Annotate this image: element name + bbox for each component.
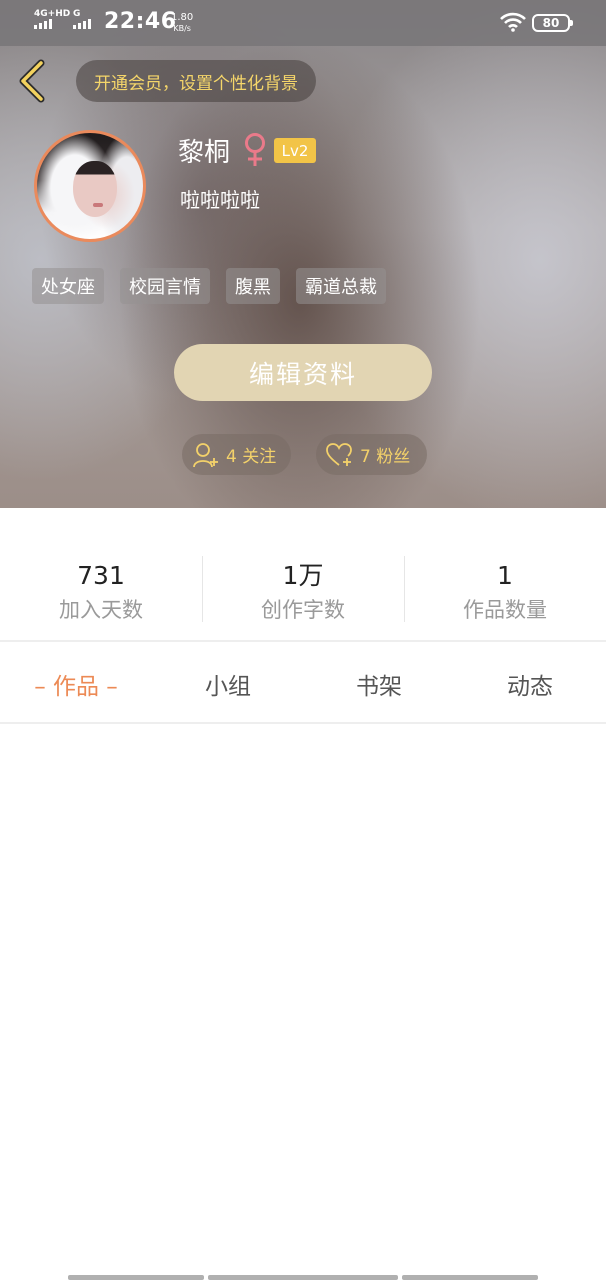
tab-groups[interactable]: 小组 (152, 644, 304, 724)
battery-icon: 80 (532, 14, 573, 32)
tab-activity[interactable]: 动态 (454, 644, 606, 724)
tag[interactable]: 腹黑 (226, 268, 280, 304)
fans-button[interactable]: 7 粉丝 (316, 434, 427, 475)
tab-content-area (0, 724, 606, 1274)
stat-label: 创作字数 (261, 598, 345, 622)
tag[interactable]: 校园言情 (120, 268, 210, 304)
tag[interactable]: 霸道总裁 (296, 268, 386, 304)
bottom-indicator (208, 1275, 398, 1280)
following-button[interactable]: 4 关注 (182, 434, 291, 475)
back-button[interactable] (14, 58, 50, 104)
network-type: 4G+HD (34, 9, 71, 19)
vip-background-banner[interactable]: 开通会员，设置个性化背景 (76, 60, 316, 102)
follow-person-icon (193, 442, 218, 467)
clock: 22:46 (104, 9, 177, 34)
stat-label: 作品数量 (463, 598, 547, 622)
speed-value: 1.80 (171, 12, 194, 23)
following-count: 4 关注 (226, 447, 277, 467)
network-type-2: G (73, 9, 81, 19)
bottom-indicator (402, 1275, 538, 1280)
stat-word-count[interactable]: 1万 创作字数 (202, 548, 404, 640)
signal-icon-2 (73, 19, 91, 29)
stat-works-count[interactable]: 1 作品数量 (404, 548, 606, 640)
stat-join-days[interactable]: 731 加入天数 (0, 548, 202, 640)
fans-count: 7 粉丝 (360, 447, 411, 467)
edit-profile-button[interactable]: 编辑资料 (174, 344, 432, 401)
back-arrow-icon (19, 59, 45, 103)
wifi-icon (500, 12, 526, 32)
signal-icon (34, 19, 52, 29)
network-speed: 1.80 KB/s (171, 12, 193, 34)
avatar[interactable] (34, 130, 146, 242)
speed-unit: KB/s (173, 24, 191, 33)
tag[interactable]: 处女座 (32, 268, 104, 304)
tab-bookshelf[interactable]: 书架 (304, 644, 454, 724)
stats-bar: 731 加入天数 1万 创作字数 1 作品数量 (0, 548, 606, 640)
fans-heart-icon (326, 442, 352, 466)
profile-tabs: – 作品 – 小组 书架 动态 (0, 644, 606, 724)
divider (0, 640, 606, 642)
status-bar: 4G+HD G 22:46 1.80 KB/s 80 (0, 0, 606, 46)
female-icon (245, 133, 265, 166)
stat-value: 731 (77, 561, 125, 590)
tag-list: 处女座 校园言情 腹黑 霸道总裁 (32, 268, 386, 304)
tab-works[interactable]: – 作品 – (0, 644, 152, 724)
username: 黎桐 (178, 138, 231, 168)
stat-value: 1万 (282, 561, 324, 590)
bio: 啦啦啦啦 (180, 188, 260, 212)
bottom-indicator (68, 1275, 204, 1280)
stat-label: 加入天数 (59, 598, 143, 622)
level-badge: Lv2 (274, 138, 316, 163)
stat-value: 1 (497, 561, 513, 590)
